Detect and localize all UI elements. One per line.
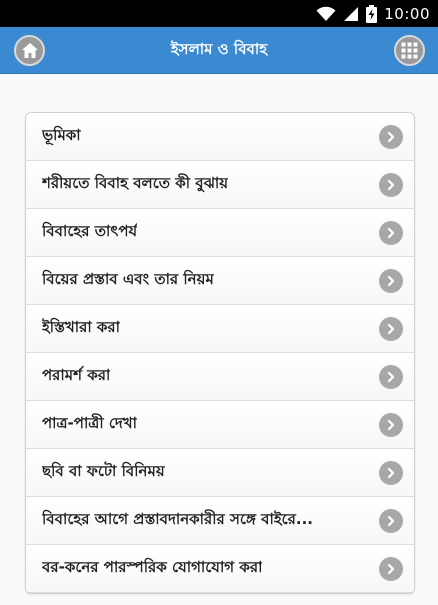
- list-item[interactable]: ইস্তিখারা করা: [26, 305, 414, 353]
- chevron-right-icon: [379, 557, 403, 581]
- list-item[interactable]: বর-কনের পারস্পরিক যোগাযোগ করা: [26, 545, 414, 593]
- list-item-label: বর-কনের পারস্পরিক যোগাযোগ করা: [42, 558, 263, 576]
- list-item[interactable]: বিয়ের প্রস্তাব এবং তার নিয়ম: [26, 257, 414, 305]
- clock: 10:00: [384, 4, 430, 23]
- list-item-label: ভূমিকা: [42, 126, 81, 144]
- chevron-right-icon: [379, 509, 403, 533]
- chevron-right-icon: [379, 269, 403, 293]
- signal-icon: [343, 6, 359, 22]
- list-item[interactable]: ছবি বা ফটো বিনিময়: [26, 449, 414, 497]
- list-item-label: ইস্তিখারা করা: [42, 318, 120, 336]
- list-item[interactable]: বিবাহের আগে প্রস্তাবদানকারীর সঙ্গে বাইরে…: [26, 497, 414, 545]
- page-title: ইসলাম ও বিবাহ: [170, 39, 268, 58]
- list-item-label: বিবাহের আগে প্রস্তাবদানকারীর সঙ্গে বাইরে…: [42, 510, 313, 528]
- battery-charging-icon: [366, 4, 378, 23]
- list-item[interactable]: বিবাহের তাৎপর্য: [26, 209, 414, 257]
- status-bar: 10:00: [0, 0, 438, 27]
- list-item-label: বিয়ের প্রস্তাব এবং তার নিয়ম: [42, 270, 214, 288]
- chapter-list: ভূমিকা শরীয়তে বিবাহ বলতে কী বুঝায় বিবা…: [25, 112, 415, 594]
- home-button[interactable]: [14, 35, 45, 66]
- list-item-label: ছবি বা ফটো বিনিময়: [42, 462, 165, 480]
- app-bar: ইসলাম ও বিবাহ: [0, 27, 438, 74]
- list-item[interactable]: শরীয়তে বিবাহ বলতে কী বুঝায়: [26, 161, 414, 209]
- list-item-label: পরামর্শ করা: [42, 366, 111, 384]
- list-item[interactable]: পাত্র-পাত্রী দেখা: [26, 401, 414, 449]
- chevron-right-icon: [379, 317, 403, 341]
- chevron-right-icon: [379, 221, 403, 245]
- chevron-right-icon: [379, 125, 403, 149]
- grid-menu-button[interactable]: [394, 35, 425, 66]
- home-icon: [21, 42, 39, 59]
- chevron-right-icon: [379, 413, 403, 437]
- screen: 10:00 ইসলাম ও বিবাহ ভূমিকা শরীয়তে বিবাহ…: [0, 0, 438, 605]
- list-item-label: বিবাহের তাৎপর্য: [42, 222, 138, 240]
- list-item[interactable]: ভূমিকা: [26, 113, 414, 161]
- list-item[interactable]: পরামর্শ করা: [26, 353, 414, 401]
- chevron-right-icon: [379, 461, 403, 485]
- list-item-label: শরীয়তে বিবাহ বলতে কী বুঝায়: [42, 174, 229, 192]
- chevron-right-icon: [379, 173, 403, 197]
- chevron-right-icon: [379, 365, 403, 389]
- wifi-icon: [316, 6, 336, 22]
- content-area: ভূমিকা শরীয়তে বিবাহ বলতে কী বুঝায় বিবা…: [0, 74, 438, 605]
- grid-menu-icon: [401, 42, 418, 59]
- list-item-label: পাত্র-পাত্রী দেখা: [42, 414, 138, 432]
